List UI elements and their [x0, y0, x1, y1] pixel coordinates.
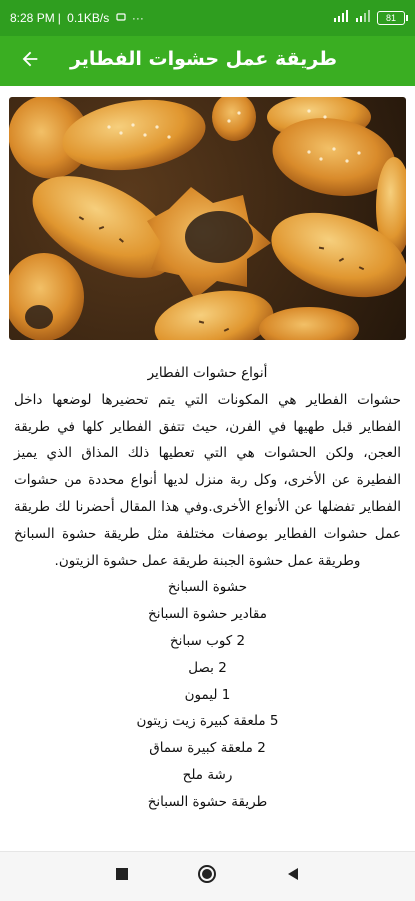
- arrow-back-icon: [19, 48, 41, 74]
- pastry-photo: [9, 97, 406, 340]
- page-title: طريقة عمل حشوات الفطاير: [69, 48, 337, 70]
- article-line: حشوة السبانخ: [167, 579, 248, 596]
- battery-level: 81: [385, 12, 396, 23]
- triangle-back-icon: [285, 867, 301, 886]
- back-nav-button[interactable]: [285, 866, 301, 886]
- article-line: طريقة حشوة السبانخ: [147, 793, 268, 810]
- back-button[interactable]: [14, 46, 46, 76]
- network-speed: 0.1KB/s: [67, 11, 110, 25]
- status-right: 81: [333, 10, 408, 25]
- article-heading: أنواع حشوات الفطاير: [147, 365, 268, 381]
- article-line: 2 بصل: [188, 659, 227, 676]
- article-line: رشة ملح: [182, 766, 233, 783]
- status-bar: 8:28 PM | 0.1KB/s ··· 81: [0, 0, 415, 36]
- recent-apps-button[interactable]: [114, 866, 130, 886]
- article-body: أنواع حشوات الفطاير حشوات الفطاير هي الم…: [14, 360, 401, 816]
- status-time: 8:28 PM: [10, 11, 55, 25]
- home-button[interactable]: [197, 864, 217, 888]
- circle-icon: [197, 865, 217, 888]
- more-notifications: ···: [131, 11, 144, 25]
- article-line: مقادير حشوة السبانخ: [148, 606, 267, 623]
- pastries-illustration: [9, 97, 406, 340]
- article-line: 5 ملعقة كبيرة زيت زيتون: [136, 713, 279, 730]
- signal-icon-2: [355, 10, 371, 25]
- app-bar: طريقة عمل حشوات الفطاير: [0, 36, 415, 86]
- battery-icon: 81: [377, 10, 408, 25]
- signal-icon: [333, 10, 349, 25]
- status-left: 8:28 PM | 0.1KB/s ···: [10, 11, 144, 25]
- article-intro: حشوات الفطاير هي المكونات التي يتم تحضير…: [14, 391, 401, 569]
- square-icon: [114, 867, 130, 886]
- article-line: 2 ملعقة كبيرة سماق: [149, 740, 266, 757]
- notification-icon: [115, 11, 129, 25]
- system-nav-bar: [0, 851, 415, 901]
- article-line: 2 كوب سبانخ: [169, 632, 246, 649]
- article-line: 1 ليمون: [184, 686, 231, 703]
